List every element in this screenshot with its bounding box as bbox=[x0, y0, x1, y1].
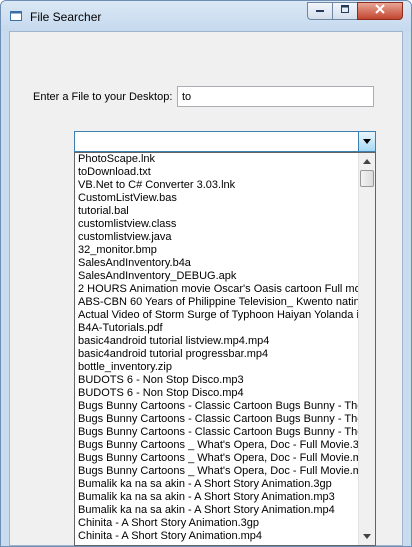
list-item[interactable]: basic4android tutorial progressbar.mp4 bbox=[76, 348, 358, 361]
chevron-down-icon bbox=[363, 534, 371, 539]
list-item[interactable]: basic4android tutorial listview.mp4.mp4 bbox=[76, 335, 358, 348]
list-item[interactable]: Bugs Bunny Cartoons - Classic Cartoon Bu… bbox=[76, 426, 358, 439]
list-item[interactable]: Chinita - A Short Story Animation.mp4 bbox=[76, 530, 358, 543]
close-icon bbox=[375, 4, 385, 14]
list-item[interactable]: B4A-Tutorials.pdf bbox=[76, 322, 358, 335]
list-item[interactable]: 32_monitor.bmp bbox=[76, 244, 358, 257]
list-item[interactable]: bottle_inventory.zip bbox=[76, 361, 358, 374]
maximize-icon bbox=[341, 5, 349, 13]
maximize-button[interactable] bbox=[332, 2, 358, 20]
results-combobox[interactable] bbox=[74, 131, 376, 152]
scroll-up-button[interactable] bbox=[359, 153, 375, 170]
list-item[interactable]: Bugs Bunny Cartoons - Classic Cartoon Bu… bbox=[76, 400, 358, 413]
list-item[interactable]: Bumalik ka na sa akin - A Short Story An… bbox=[76, 504, 358, 517]
list-item[interactable]: Bugs Bunny Cartoons _ What's Opera, Doc … bbox=[76, 439, 358, 452]
main-window: File Searcher Enter a File to your Deskt… bbox=[0, 0, 412, 547]
scroll-down-button[interactable] bbox=[359, 528, 375, 545]
combobox-dropdown-button[interactable] bbox=[358, 132, 375, 151]
list-item[interactable]: Bumalik ka na sa akin - A Short Story An… bbox=[76, 491, 358, 504]
scrollbar-thumb[interactable] bbox=[360, 170, 374, 187]
chevron-down-icon bbox=[363, 139, 371, 144]
list-item[interactable]: Bugs Bunny Cartoons _ What's Opera, Doc … bbox=[76, 452, 358, 465]
search-input[interactable] bbox=[177, 86, 374, 107]
list-item[interactable]: tutorial.bal bbox=[76, 205, 358, 218]
results-list: PhotoScape.lnk toDownload.txt VB.Net to … bbox=[76, 153, 358, 543]
list-item[interactable]: customlistview.java bbox=[76, 231, 358, 244]
minimize-icon bbox=[316, 10, 324, 12]
list-item[interactable]: ABS-CBN 60 Years of Philippine Televisio… bbox=[76, 296, 358, 309]
list-item[interactable]: Chinita - A Short Story Animation.3gp bbox=[76, 517, 358, 530]
list-item[interactable]: PhotoScape.lnk bbox=[76, 153, 358, 166]
list-item[interactable]: VB.Net to C# Converter 3.03.lnk bbox=[76, 179, 358, 192]
list-item[interactable]: toDownload.txt bbox=[76, 166, 358, 179]
minimize-button[interactable] bbox=[307, 2, 333, 20]
title-bar[interactable]: File Searcher bbox=[1, 1, 411, 31]
list-item[interactable]: Bumalik ka na sa akin - A Short Story An… bbox=[76, 478, 358, 491]
results-dropdown-list[interactable]: PhotoScape.lnk toDownload.txt VB.Net to … bbox=[74, 152, 376, 546]
list-item[interactable]: customlistview.class bbox=[76, 218, 358, 231]
close-button[interactable] bbox=[357, 2, 403, 20]
search-label: Enter a File to your Desktop: bbox=[33, 91, 173, 103]
list-item[interactable]: CustomListView.bas bbox=[76, 192, 358, 205]
window-title: File Searcher bbox=[30, 10, 102, 24]
list-item[interactable]: Actual Video of Storm Surge of Typhoon H… bbox=[76, 309, 358, 322]
list-item[interactable]: BUDOTS 6 - Non Stop Disco.mp3 bbox=[76, 374, 358, 387]
app-icon bbox=[10, 11, 22, 21]
list-item[interactable]: SalesAndInventory_DEBUG.apk bbox=[76, 270, 358, 283]
list-item[interactable]: 2 HOURS Animation movie Oscar's Oasis ca… bbox=[76, 283, 358, 296]
list-item[interactable]: Bugs Bunny Cartoons _ What's Opera, Doc … bbox=[76, 465, 358, 478]
list-item[interactable]: SalesAndInventory.b4a bbox=[76, 257, 358, 270]
vertical-scrollbar[interactable] bbox=[358, 153, 375, 545]
chevron-up-icon bbox=[363, 159, 371, 164]
list-item[interactable]: Bugs Bunny Cartoons - Classic Cartoon Bu… bbox=[76, 413, 358, 426]
list-item[interactable]: BUDOTS 6 - Non Stop Disco.mp4 bbox=[76, 387, 358, 400]
